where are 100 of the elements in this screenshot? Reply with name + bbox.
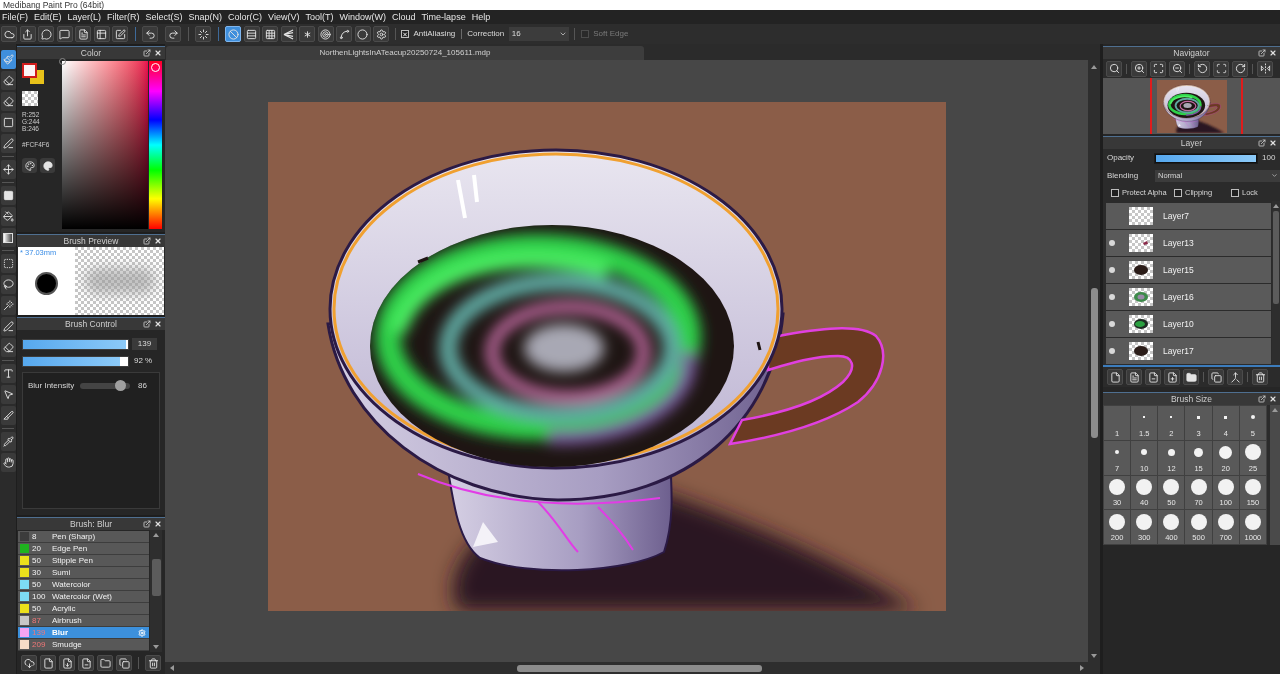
- checkbox[interactable]: [1111, 188, 1119, 197]
- down-arrow-icon[interactable]: [1091, 654, 1097, 658]
- color-field[interactable]: [62, 61, 148, 229]
- snap-button[interactable]: [280, 26, 297, 42]
- size-field[interactable]: 139: [132, 338, 157, 350]
- palette-button[interactable]: [40, 158, 55, 173]
- close-icon[interactable]: [154, 237, 162, 245]
- tool-button[interactable]: [0, 364, 16, 383]
- close-icon[interactable]: [1269, 395, 1277, 403]
- menu-item[interactable]: Cloud: [390, 11, 417, 23]
- menu-item[interactable]: Tool(T): [304, 11, 335, 23]
- snap-button[interactable]: [336, 26, 352, 42]
- undock-icon[interactable]: [1258, 49, 1266, 57]
- tool-button[interactable]: [0, 432, 16, 451]
- color-swatches-icon[interactable]: [22, 63, 44, 84]
- scrollbar-thumb[interactable]: [1273, 211, 1279, 304]
- horizontal-scrollbar[interactable]: [165, 662, 1100, 674]
- brush-item[interactable]: 50 Watercolor: [18, 579, 149, 591]
- layer-row[interactable]: Layer16: [1106, 284, 1271, 310]
- menu-item[interactable]: Color(C): [227, 11, 264, 23]
- vertical-scrollbar[interactable]: [1270, 405, 1280, 545]
- tool-button[interactable]: [0, 113, 16, 132]
- scrollbar-thumb[interactable]: [1090, 288, 1098, 438]
- menu-item[interactable]: View(V): [267, 11, 301, 23]
- tool-button[interactable]: [0, 207, 16, 226]
- snap-button[interactable]: [317, 26, 334, 42]
- delete-button[interactable]: [145, 655, 161, 671]
- toolbar-button[interactable]: [195, 26, 211, 42]
- undo-button[interactable]: [142, 26, 158, 42]
- settings-icon[interactable]: [138, 628, 146, 637]
- snap-button[interactable]: [243, 26, 260, 42]
- palette-button[interactable]: [22, 158, 37, 173]
- close-icon[interactable]: [1269, 49, 1277, 57]
- toolbar-button[interactable]: [93, 26, 110, 42]
- brush-item[interactable]: 8 Pen (Sharp): [18, 531, 149, 543]
- layer-row[interactable]: Layer10: [1106, 311, 1271, 337]
- menu-item[interactable]: Help: [470, 11, 492, 23]
- checkbox[interactable]: [1231, 188, 1239, 197]
- menu-item[interactable]: Window(W): [338, 11, 387, 23]
- toolbar-button[interactable]: [1126, 369, 1142, 385]
- menu-item[interactable]: Filter(R): [106, 11, 141, 23]
- tool-button[interactable]: [0, 275, 16, 294]
- toolbar-button[interactable]: [40, 655, 56, 671]
- tool-button[interactable]: [0, 71, 16, 90]
- menu-item[interactable]: Layer(L): [66, 11, 103, 23]
- undock-icon[interactable]: [143, 320, 151, 328]
- scrollbar-thumb[interactable]: [517, 664, 762, 672]
- close-icon[interactable]: [1269, 139, 1277, 147]
- brush-item[interactable]: 139 Blur: [18, 627, 149, 639]
- tool-button[interactable]: [0, 186, 16, 205]
- toolbar-button[interactable]: [1169, 60, 1185, 77]
- toolbar-button[interactable]: [56, 26, 73, 42]
- tool-button[interactable]: [0, 92, 16, 111]
- brush-item[interactable]: 50 Stipple Pen: [18, 555, 149, 567]
- layer-row[interactable]: Layer17: [1106, 338, 1271, 364]
- up-arrow-icon[interactable]: [153, 533, 159, 537]
- toolbar-button[interactable]: [1183, 369, 1199, 385]
- blur-intensity-slider[interactable]: [80, 383, 130, 389]
- document-tab[interactable]: NorthenLightsInATeacup20250724_105611.mdp: [166, 46, 644, 60]
- checkbox[interactable]: [401, 30, 409, 38]
- tool-button[interactable]: [0, 254, 16, 273]
- toolbar-button[interactable]: [19, 26, 36, 42]
- tool-button[interactable]: [0, 406, 16, 425]
- up-arrow-icon[interactable]: [1091, 65, 1097, 69]
- toolbar-button[interactable]: [1232, 60, 1248, 77]
- toolbar-button[interactable]: [112, 26, 128, 42]
- vertical-scrollbar[interactable]: [150, 530, 162, 652]
- close-icon[interactable]: [154, 520, 162, 528]
- close-icon[interactable]: [154, 320, 162, 328]
- toolbar-button[interactable]: [1208, 369, 1224, 385]
- toolbar-button[interactable]: [1150, 60, 1166, 77]
- right-arrow-icon[interactable]: [1080, 665, 1084, 671]
- up-arrow-icon[interactable]: [1272, 408, 1278, 412]
- toolbar-button[interactable]: [1107, 369, 1123, 385]
- snap-button[interactable]: [262, 26, 278, 42]
- brush-item[interactable]: 209 Smudge: [18, 639, 149, 651]
- toolbar-button[interactable]: [1227, 369, 1243, 385]
- toolbar-button[interactable]: [116, 655, 132, 671]
- layer-row[interactable]: Layer13: [1106, 230, 1271, 256]
- menu-item[interactable]: Select(S): [144, 11, 184, 23]
- navigator-preview[interactable]: [1103, 78, 1280, 134]
- toolbar-button[interactable]: [38, 26, 54, 42]
- tool-button[interactable]: [0, 50, 16, 69]
- undock-icon[interactable]: [143, 49, 151, 57]
- undock-icon[interactable]: [143, 520, 151, 528]
- undock-icon[interactable]: [1258, 139, 1266, 147]
- tool-button[interactable]: [0, 317, 16, 336]
- toolbar-button[interactable]: [1213, 60, 1229, 77]
- tool-button[interactable]: [0, 134, 16, 153]
- brush-item[interactable]: 30 Sumi: [18, 567, 149, 579]
- menu-item[interactable]: File(F): [1, 11, 29, 23]
- left-arrow-icon[interactable]: [170, 665, 174, 671]
- toolbar-button[interactable]: [1194, 60, 1210, 77]
- undock-icon[interactable]: [143, 237, 151, 245]
- toolbar-button[interactable]: [97, 655, 113, 671]
- tool-button[interactable]: [0, 228, 16, 247]
- redo-button[interactable]: [165, 26, 181, 42]
- down-arrow-icon[interactable]: [153, 645, 159, 649]
- tool-button[interactable]: [0, 338, 16, 357]
- menu-item[interactable]: Time-lapse: [420, 11, 467, 23]
